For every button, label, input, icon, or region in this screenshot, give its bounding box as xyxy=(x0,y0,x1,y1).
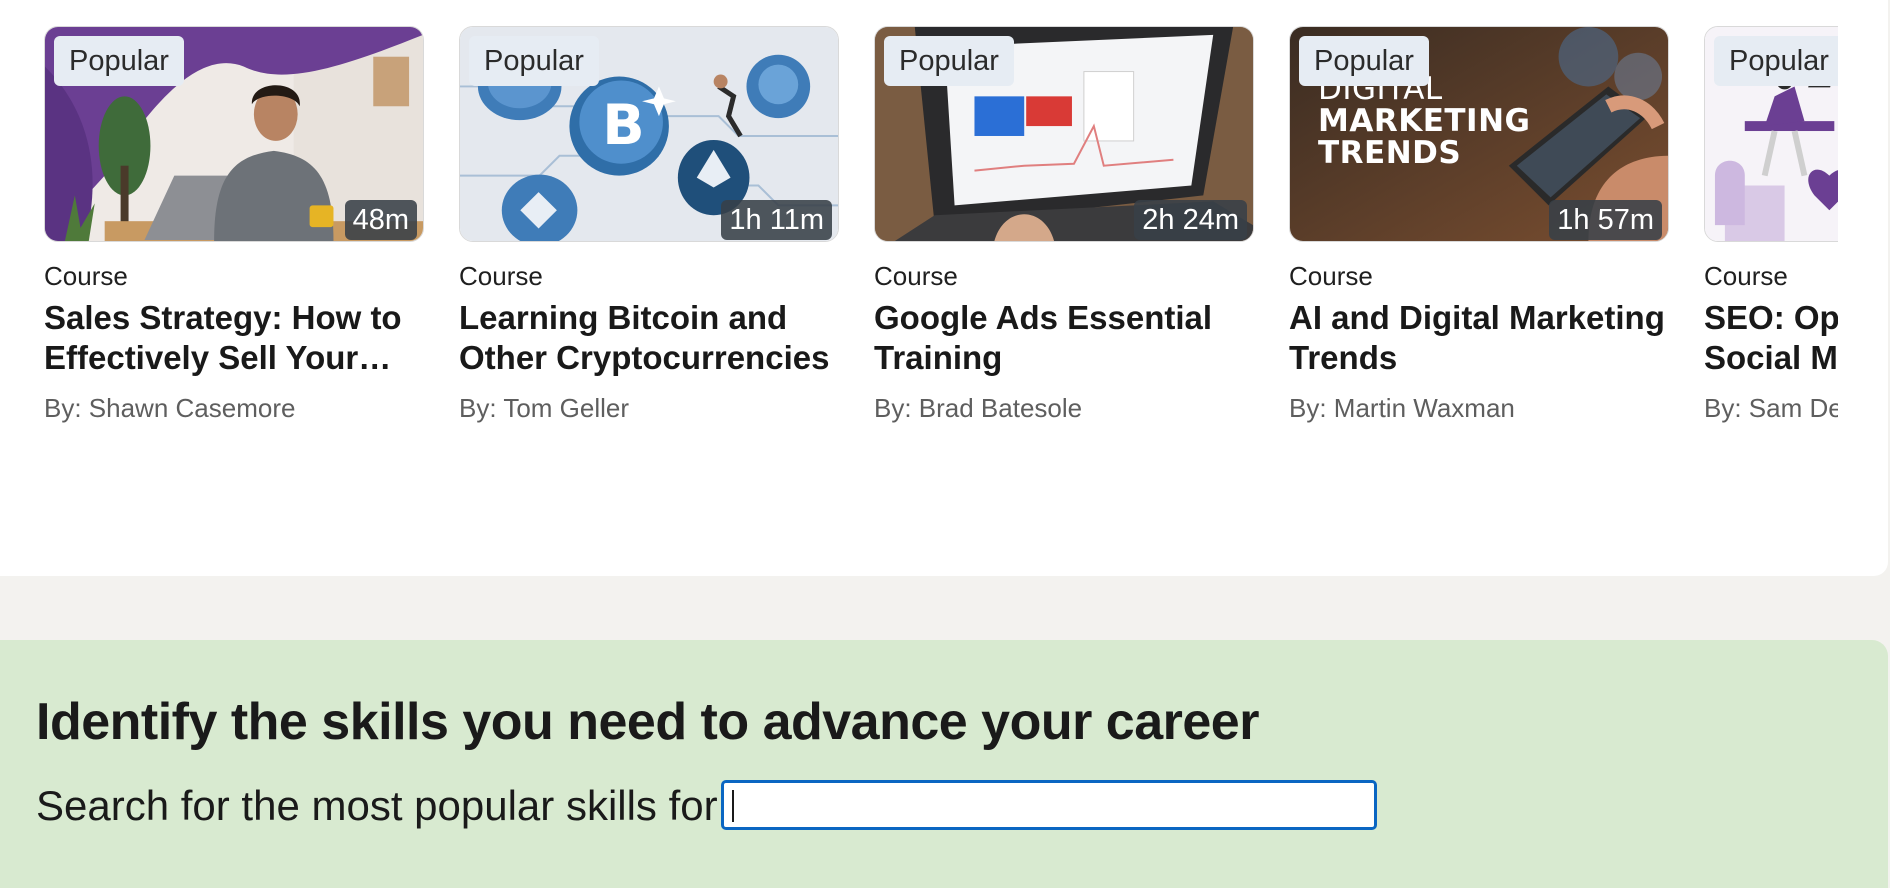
course-title[interactable]: Sales Strategy: How to Effectively Sell … xyxy=(44,298,420,378)
course-thumbnail[interactable]: Popular xyxy=(1704,26,1838,242)
content-type-label: Course xyxy=(1289,261,1373,291)
popular-badge: Popular xyxy=(884,36,1014,86)
course-card[interactable]: Popular 48m Course Sales Strategy: How t… xyxy=(44,26,424,424)
course-carousel: Popular 48m Course Sales Strategy: How t… xyxy=(44,26,1838,426)
duration-badge: 1h 57m xyxy=(1549,200,1662,240)
course-card[interactable]: Popular 2h 24m Course Google Ads Essenti… xyxy=(874,26,1254,424)
content-type-label: Course xyxy=(44,261,128,291)
course-title[interactable]: AI and Digital Marketing Trends xyxy=(1289,298,1665,378)
skills-heading: Identify the skills you need to advance … xyxy=(36,693,1259,751)
course-thumbnail[interactable]: B Popular 1h 11m xyxy=(459,26,839,242)
course-card[interactable]: Popular Course SEO: Optimizing for Socia… xyxy=(1704,26,1838,424)
course-title[interactable]: SEO: Optimizing for Social Media xyxy=(1704,298,1838,378)
course-author: By: Sam Dey xyxy=(1704,393,1838,423)
course-author: By: Tom Geller xyxy=(459,393,630,423)
popular-badge: Popular xyxy=(1714,36,1838,86)
course-card[interactable]: DIGITAL MARKETING TRENDS Popular 1h 57m … xyxy=(1289,26,1669,424)
popular-badge: Popular xyxy=(469,36,599,86)
course-author: By: Shawn Casemore xyxy=(44,393,296,423)
course-title[interactable]: Google Ads Essential Training xyxy=(874,298,1250,378)
svg-text:B: B xyxy=(602,93,644,158)
course-author: By: Martin Waxman xyxy=(1289,393,1515,423)
course-thumbnail[interactable]: DIGITAL MARKETING TRENDS Popular 1h 57m xyxy=(1289,26,1669,242)
duration-badge: 1h 11m xyxy=(721,200,832,240)
thumb-text: DIGITAL MARKETING TRENDS xyxy=(1318,73,1530,169)
content-type-label: Course xyxy=(459,261,543,291)
duration-badge: 2h 24m xyxy=(1134,200,1247,240)
course-author: By: Brad Batesole xyxy=(874,393,1083,423)
course-carousel-panel: Popular 48m Course Sales Strategy: How t… xyxy=(0,0,1888,576)
content-type-label: Course xyxy=(874,261,958,291)
text-caret xyxy=(732,790,734,822)
course-thumbnail[interactable]: Popular 2h 24m xyxy=(874,26,1254,242)
popular-badge: Popular xyxy=(54,36,184,86)
course-card[interactable]: B Popular 1h 11m Course Learning Bitcoin… xyxy=(459,26,839,424)
duration-badge: 48m xyxy=(344,200,417,240)
course-thumbnail[interactable]: Popular 48m xyxy=(44,26,424,242)
skills-search-panel: Identify the skills you need to advance … xyxy=(0,640,1888,888)
popular-badge: Popular xyxy=(1299,36,1429,86)
job-title-search-input[interactable] xyxy=(721,780,1377,830)
thumb-text-line: TRENDS xyxy=(1318,135,1462,171)
skills-search-prompt: Search for the most popular skills for a xyxy=(36,782,753,829)
course-title[interactable]: Learning Bitcoin and Other Cryptocurrenc… xyxy=(459,298,835,378)
thumb-text-line: MARKETING xyxy=(1318,103,1531,139)
content-type-label: Course xyxy=(1704,261,1788,291)
